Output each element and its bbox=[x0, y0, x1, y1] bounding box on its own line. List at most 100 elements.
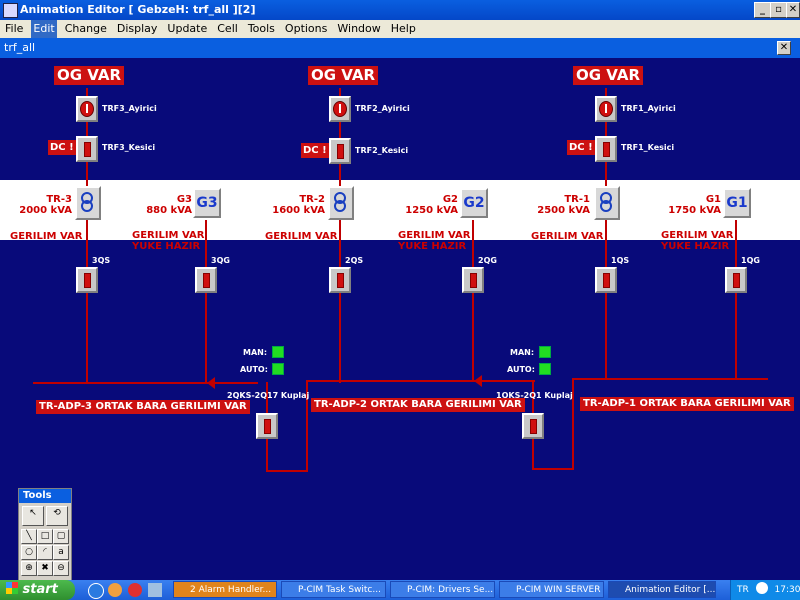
bus-line-1 bbox=[573, 378, 768, 380]
menu-change[interactable]: Change bbox=[63, 20, 109, 38]
feeder-line-1 bbox=[605, 88, 607, 378]
disconnector-switch-3[interactable] bbox=[76, 96, 98, 122]
app-quicklaunch-icon[interactable] bbox=[148, 583, 162, 597]
breaker-switch-2[interactable] bbox=[329, 138, 351, 164]
task-pcim-switch[interactable]: P-CIM Task Switc... bbox=[281, 581, 386, 598]
text-tool-icon[interactable]: a bbox=[53, 545, 69, 560]
breaker-switch-1[interactable] bbox=[595, 136, 617, 162]
rectangle-tool-icon[interactable]: □ bbox=[37, 529, 53, 544]
g2-kva: 1250 kVA bbox=[405, 205, 458, 216]
title-bar[interactable]: Animation Editor [ GebzeH: trf_all ][2] … bbox=[0, 0, 800, 20]
coupler-a-name: 2QKS-2Q17 Kuplaj bbox=[227, 391, 310, 400]
disconnector-switch-1[interactable] bbox=[595, 96, 617, 122]
dc-alarm-2: DC ! bbox=[301, 143, 329, 158]
menu-display[interactable]: Display bbox=[115, 20, 160, 38]
menu-bar: File Edit Change Display Update Cell Tools Opti… bbox=[0, 20, 800, 38]
tr1-name: TR-1 bbox=[564, 194, 590, 205]
tr2-name: TR-2 bbox=[299, 194, 325, 205]
qs-label-1: 1QS bbox=[611, 256, 630, 265]
feeder-line-2 bbox=[339, 88, 341, 383]
breaker-label-1: TRF1_Kesici bbox=[621, 143, 675, 152]
qs-switch-3[interactable] bbox=[76, 267, 98, 293]
coupler-a-auto-led bbox=[272, 363, 284, 375]
ie-quicklaunch-icon[interactable] bbox=[88, 583, 104, 599]
menu-file[interactable]: File bbox=[3, 20, 25, 38]
breaker-label-2: TRF2_Kesici bbox=[355, 146, 409, 155]
menu-edit[interactable]: Edit bbox=[31, 20, 57, 38]
tr1-status: GERILIM VAR bbox=[531, 231, 604, 242]
g3-status-1: GERILIM VAR bbox=[132, 230, 205, 241]
tr2-kva: 1600 kVA bbox=[272, 205, 325, 216]
qg-label-3: 3QG bbox=[211, 256, 230, 265]
menu-window[interactable]: Window bbox=[335, 20, 382, 38]
g3-kva: 880 kVA bbox=[146, 205, 192, 216]
minimize-button[interactable]: _ bbox=[754, 2, 771, 18]
transformer-tr3[interactable] bbox=[75, 186, 101, 220]
maximize-button[interactable]: ▫ bbox=[770, 2, 787, 18]
windows-logo-icon bbox=[6, 582, 18, 594]
disconnector-switch-2[interactable] bbox=[329, 96, 351, 122]
generator-g2[interactable]: G2 bbox=[460, 188, 488, 218]
delete-tool-icon[interactable]: ✖ bbox=[37, 561, 53, 576]
generator-g1[interactable]: G1 bbox=[723, 188, 751, 218]
og-status-2: OG VAR bbox=[308, 66, 379, 85]
ellipse-tool-icon[interactable]: ○ bbox=[21, 545, 37, 560]
rounded-rect-tool-icon[interactable]: ▢ bbox=[53, 529, 69, 544]
g1-name: G1 bbox=[705, 194, 721, 205]
transformer-tr1[interactable] bbox=[594, 186, 620, 220]
arrow-left-icon bbox=[207, 377, 215, 389]
dc-alarm-3: DC ! bbox=[48, 140, 76, 155]
coupler-line-b bbox=[266, 470, 308, 472]
disconnector-label-2: TRF2_Ayirici bbox=[355, 104, 410, 113]
task-alarm-handler[interactable]: 2 Alarm Handler... bbox=[173, 581, 277, 598]
zoom-tool-icon[interactable]: ⊕ bbox=[21, 561, 37, 576]
pointer-tool-icon[interactable]: ↖ bbox=[22, 506, 44, 526]
task-pcim-drivers[interactable]: P-CIM: Drivers Se... bbox=[390, 581, 495, 598]
task-animation-editor[interactable]: Animation Editor [... bbox=[608, 581, 716, 598]
start-button[interactable]: start bbox=[0, 580, 75, 600]
qg-switch-1[interactable] bbox=[725, 267, 747, 293]
generator-g3[interactable]: G3 bbox=[193, 188, 221, 218]
arrow-left-icon bbox=[474, 375, 482, 387]
gen-line-2 bbox=[472, 220, 474, 380]
menu-options[interactable]: Options bbox=[283, 20, 329, 38]
window-title: Animation Editor [ GebzeH: trf_all ][2] bbox=[20, 3, 256, 16]
coupler-b-switch[interactable] bbox=[522, 413, 544, 439]
arc-tool-icon[interactable]: ◜ bbox=[37, 545, 53, 560]
system-tray: TR 17:30 bbox=[730, 580, 800, 600]
transformer-tr2[interactable] bbox=[328, 186, 354, 220]
line-tool-icon[interactable]: ╲ bbox=[21, 529, 37, 544]
firefox-quicklaunch-icon[interactable] bbox=[108, 583, 122, 597]
qg-switch-2[interactable] bbox=[462, 267, 484, 293]
coupler-a-man-label: MAN: bbox=[243, 348, 268, 357]
coupler-a-auto-label: AUTO: bbox=[240, 365, 268, 374]
document-close-button[interactable]: ✕ bbox=[777, 41, 791, 55]
task-pcim-server[interactable]: P-CIM WIN SERVER bbox=[499, 581, 604, 598]
taskbar: start 2 Alarm Handler... P-CIM Task Swit… bbox=[0, 580, 800, 600]
bus-line-3 bbox=[33, 382, 258, 384]
dc-alarm-1: DC ! bbox=[567, 140, 595, 155]
opera-quicklaunch-icon[interactable] bbox=[128, 583, 142, 597]
zoom-out-tool-icon[interactable]: ⊖ bbox=[53, 561, 69, 576]
coupler-a-switch[interactable] bbox=[256, 413, 278, 439]
bus-label-1: TR-ADP-1 ORTAK BARA GERILIMI VAR bbox=[580, 397, 794, 411]
qs-switch-1[interactable] bbox=[595, 267, 617, 293]
og-status-1: OG VAR bbox=[573, 66, 644, 85]
diagram-canvas bbox=[0, 58, 800, 580]
document-title-bar: trf_all ✕ bbox=[0, 38, 800, 58]
language-indicator[interactable]: TR bbox=[737, 585, 749, 595]
menu-help[interactable]: Help bbox=[389, 20, 418, 38]
g1-kva: 1750 kVA bbox=[668, 205, 721, 216]
qs-switch-2[interactable] bbox=[329, 267, 351, 293]
g3-status-2: YUKE HAZIR bbox=[132, 241, 201, 252]
rotate-tool-icon[interactable]: ⟲ bbox=[46, 506, 68, 526]
qs-label-3: 3QS bbox=[92, 256, 111, 265]
menu-tools[interactable]: Tools bbox=[246, 20, 277, 38]
breaker-switch-3[interactable] bbox=[76, 136, 98, 162]
menu-update[interactable]: Update bbox=[165, 20, 209, 38]
qg-switch-3[interactable] bbox=[195, 267, 217, 293]
close-button[interactable]: ✕ bbox=[786, 2, 800, 18]
menu-cell[interactable]: Cell bbox=[215, 20, 240, 38]
coupler-line-e bbox=[532, 468, 574, 470]
g1-status-2: YUKE HAZIR bbox=[661, 241, 730, 252]
